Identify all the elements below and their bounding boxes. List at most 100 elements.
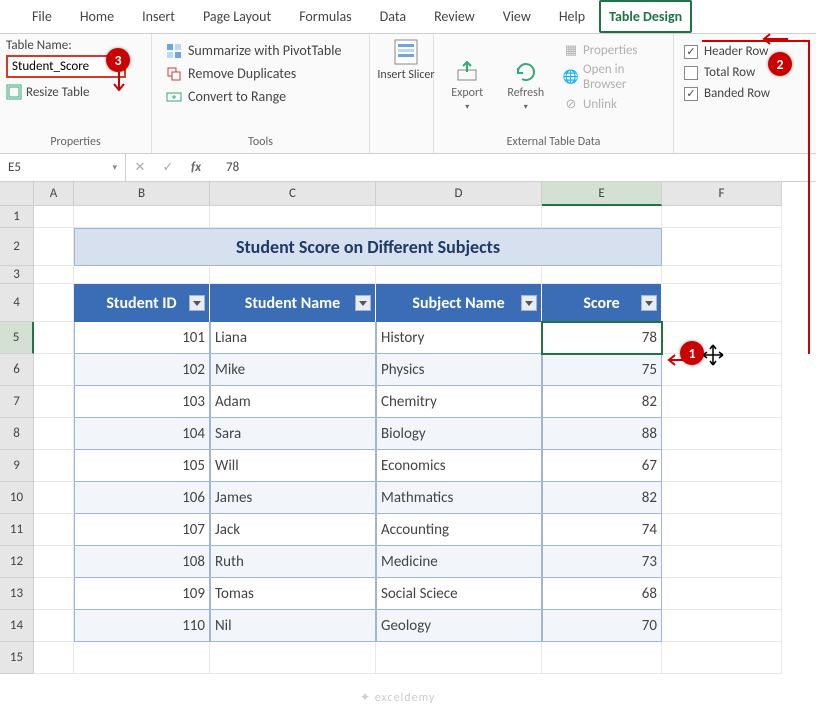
cell-score[interactable]: 78 [542,322,662,354]
tab-review[interactable]: Review [420,0,489,33]
cell-subject[interactable]: History [376,322,542,354]
tab-help[interactable]: Help [545,0,599,33]
th-subject-name[interactable]: Subject Name [376,284,542,322]
refresh-button[interactable]: Refresh▾ [499,38,554,133]
convert-icon [166,89,182,105]
cell-subject[interactable]: Geology [376,610,542,642]
cell-subject[interactable]: Mathmatics [376,482,542,514]
cell-subject[interactable]: Physics [376,354,542,386]
cell-name[interactable]: Tomas [210,578,376,610]
cell-subject[interactable]: Social Sciece [376,578,542,610]
properties-label: Properties [583,43,638,58]
row-14[interactable]: 14 [0,610,34,642]
tab-file[interactable]: File [18,0,66,33]
refresh-label: Refresh [507,86,544,100]
cell-id[interactable]: 110 [74,610,210,642]
cell-id[interactable]: 107 [74,514,210,546]
cell-name[interactable]: Nil [210,610,376,642]
name-box-value: E5 [8,160,21,175]
col-E[interactable]: E [542,182,662,206]
col-B[interactable]: B [74,182,210,206]
cell-score[interactable]: 75 [542,354,662,386]
tab-view[interactable]: View [489,0,545,33]
col-C[interactable]: C [210,182,376,206]
col-D[interactable]: D [376,182,542,206]
row-1[interactable]: 1 [0,206,34,228]
name-box[interactable]: E5▾ [0,154,126,181]
cell-score[interactable]: 68 [542,578,662,610]
cell-name[interactable]: Jack [210,514,376,546]
cell-id[interactable]: 104 [74,418,210,450]
cell-name[interactable]: James [210,482,376,514]
cell-score[interactable]: 82 [542,386,662,418]
tab-insert[interactable]: Insert [128,0,189,33]
convert-range-button[interactable]: Convert to Range [166,88,355,105]
row-13[interactable]: 13 [0,578,34,610]
filter-icon[interactable] [355,295,371,311]
row-9[interactable]: 9 [0,450,34,482]
row-10[interactable]: 10 [0,482,34,514]
cell-name[interactable]: Sara [210,418,376,450]
row-2[interactable]: 2 [0,228,34,266]
tab-page-layout[interactable]: Page Layout [189,0,285,33]
export-button[interactable]: Export▾ [440,38,495,133]
row-7[interactable]: 7 [0,386,34,418]
tab-data[interactable]: Data [366,0,420,33]
row-11[interactable]: 11 [0,514,34,546]
tab-formulas[interactable]: Formulas [285,0,365,33]
cell-score[interactable]: 67 [542,450,662,482]
open-browser-button: 🌐 Open in Browser [563,62,661,92]
insert-slicer-button[interactable]: Insert Slicer [376,38,436,82]
col-A[interactable]: A [34,182,74,206]
th-student-name[interactable]: Student Name [210,284,376,322]
remove-duplicates-button[interactable]: Remove Duplicates [166,65,355,82]
tab-table-design[interactable]: Table Design [599,0,692,33]
cell-name[interactable]: Liana [210,322,376,354]
filter-icon[interactable] [189,295,205,311]
cell-id[interactable]: 101 [74,322,210,354]
filter-icon[interactable] [641,295,657,311]
select-all-corner[interactable] [0,182,34,206]
cell-score[interactable]: 70 [542,610,662,642]
th-score[interactable]: Score [542,284,662,322]
cell-subject[interactable]: Economics [376,450,542,482]
row-5[interactable]: 5 [0,322,34,354]
cell-subject[interactable]: Chemitry [376,386,542,418]
cell-name[interactable]: Mike [210,354,376,386]
cell-id[interactable]: 106 [74,482,210,514]
cell-id[interactable]: 108 [74,546,210,578]
fx-icon[interactable]: fx [182,160,210,175]
row-8[interactable]: 8 [0,418,34,450]
cell-name[interactable]: Ruth [210,546,376,578]
cell-id[interactable]: 103 [74,386,210,418]
row-6[interactable]: 6 [0,354,34,386]
cell-id[interactable]: 109 [74,578,210,610]
slicer-icon [392,38,420,66]
cell-subject[interactable]: Biology [376,418,542,450]
row-12[interactable]: 12 [0,546,34,578]
worksheet[interactable]: A B C D E F 1 2 Student Score on Differe… [0,182,816,674]
th-student-id[interactable]: Student ID [74,284,210,322]
cell-name[interactable]: Will [210,450,376,482]
summarize-pivot-button[interactable]: Summarize with PivotTable [166,42,355,59]
cancel-formula-button[interactable]: ✕ [126,160,154,175]
filter-icon[interactable] [521,295,537,311]
cell-id[interactable]: 102 [74,354,210,386]
cell-subject[interactable]: Medicine [376,546,542,578]
tab-home[interactable]: Home [66,0,128,33]
move-cursor-icon [702,344,724,366]
row-15[interactable]: 15 [0,642,34,674]
cell-subject[interactable]: Accounting [376,514,542,546]
cell-score[interactable]: 82 [542,482,662,514]
accept-formula-button[interactable]: ✓ [154,160,182,175]
cell-score[interactable]: 73 [542,546,662,578]
row-4[interactable]: 4 [0,284,34,322]
cell-score[interactable]: 74 [542,514,662,546]
cell-name[interactable]: Adam [210,386,376,418]
properties-icon: ▦ [563,42,579,58]
cell-score[interactable]: 88 [542,418,662,450]
ribbon-tabs: File Home Insert Page Layout Formulas Da… [0,0,816,34]
cell-id[interactable]: 105 [74,450,210,482]
row-3[interactable]: 3 [0,266,34,284]
callout-1: 1 [680,341,704,365]
